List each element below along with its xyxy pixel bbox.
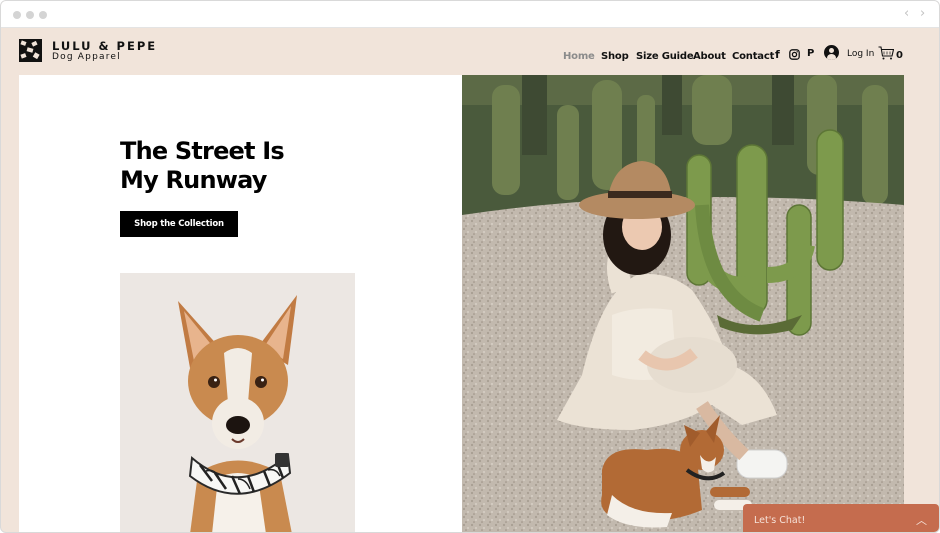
cart-count[interactable]: 0 [896,50,903,61]
site-header: LULU & PEPE Dog Apparel Home Shop Size G… [1,28,939,75]
chevron-left-icon[interactable]: ‹ [904,6,909,21]
login-link[interactable]: Log In [847,49,874,59]
nav-item-size-guide[interactable]: Size Guide [636,51,694,62]
hero-headline-line-1: The Street Is [120,137,285,165]
chat-label[interactable]: Let's Chat! [754,515,805,526]
nav-item-about[interactable]: About [693,51,726,62]
chevron-right-icon[interactable]: › [920,6,925,21]
checker-logo-icon[interactable] [19,39,42,62]
nav-item-contact[interactable]: Contact [732,51,774,62]
hero-left-panel: The Street Is My Runway Shop the Collect… [19,75,462,532]
user-avatar-icon[interactable] [824,45,839,60]
hero-headline-line-2: My Runway [120,166,267,194]
instagram-icon[interactable] [789,49,800,60]
dog-product-image[interactable] [120,273,355,532]
browser-toolbar: ‹ › [1,1,939,28]
window-maximize-dot[interactable] [39,11,47,19]
window-close-dot[interactable] [13,11,21,19]
nav-item-home[interactable]: Home [563,51,595,62]
hero-lifestyle-photo [462,75,904,532]
chevron-up-icon[interactable]: ︿ [916,512,927,528]
chat-widget[interactable]: Let's Chat! ︿ [743,504,939,532]
facebook-icon[interactable]: f [775,48,780,61]
hero-headline: The Street Is My Runway [120,137,285,195]
browser-window: ‹ › LULU & PEPE Dog Apparel Home Shop Si… [0,0,940,533]
shop-collection-button[interactable]: Shop the Collection [120,211,238,237]
basenji-dog-photo [120,273,355,532]
window-minimize-dot[interactable] [26,11,34,19]
nav-item-shop[interactable]: Shop [601,51,629,62]
brand-name[interactable]: LULU & PEPE [52,39,157,53]
cart-icon[interactable] [878,46,894,60]
woman-with-dog-cactus-photo [462,75,904,532]
pinterest-icon[interactable]: P [807,48,814,59]
brand-tagline: Dog Apparel [52,52,121,62]
